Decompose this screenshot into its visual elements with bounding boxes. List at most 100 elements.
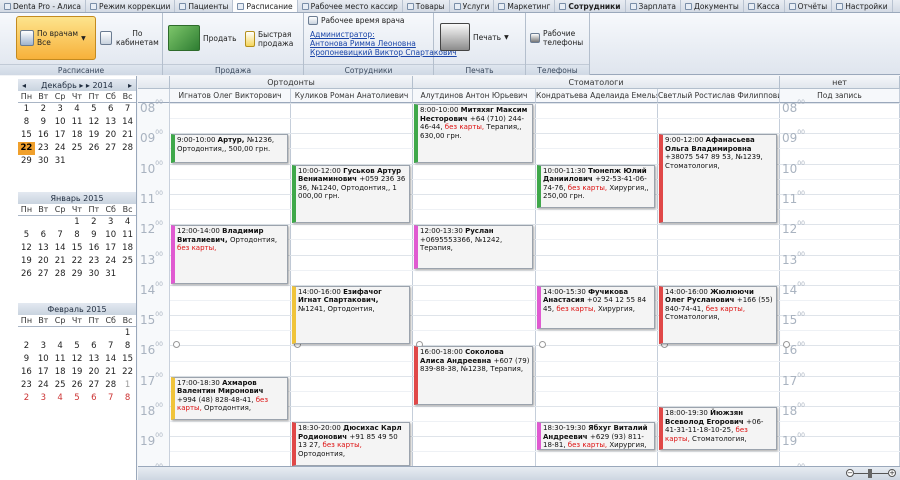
day-cell[interactable]: 18 [69, 129, 86, 142]
appointment-card[interactable]: 9:00-10:00 Артур, №1236, Ортодонтия,, 50… [171, 134, 288, 163]
tab-12[interactable]: Отчёты [785, 0, 833, 12]
appointment-card[interactable]: 14:00-16:00 Жюлюючи Олег Русланович +166… [659, 285, 777, 345]
tab-11[interactable]: Касса [744, 0, 785, 12]
day-cell[interactable]: 23 [35, 142, 52, 155]
day-cell[interactable]: 18 [52, 366, 69, 379]
day-cell[interactable]: 19 [69, 366, 86, 379]
day-cell[interactable]: 5 [69, 392, 86, 405]
day-cell[interactable]: 24 [35, 379, 52, 392]
day-cell[interactable]: 2 [85, 216, 102, 229]
day-cell[interactable]: 4 [69, 103, 86, 116]
day-cell[interactable]: 13 [85, 353, 102, 366]
appointment-card[interactable]: 17:00-18:30 Ахмаров Валентин Миронович +… [171, 376, 288, 421]
day-cell[interactable]: 16 [18, 366, 35, 379]
day-cell[interactable]: 13 [35, 242, 52, 255]
day-cell[interactable]: 5 [69, 340, 86, 353]
day-cell[interactable]: 27 [102, 142, 119, 155]
appointment-card[interactable]: 9:00-12:00 Афанасьева Ольга Владимировна… [659, 134, 777, 224]
day-cell[interactable]: 10 [102, 229, 119, 242]
day-cell[interactable]: 30 [85, 268, 102, 281]
day-cell[interactable]: 25 [52, 379, 69, 392]
day-cell[interactable]: 22 [18, 142, 35, 155]
day-cell[interactable]: 2 [18, 392, 35, 405]
day-cell[interactable]: 17 [102, 242, 119, 255]
day-cell[interactable]: 19 [85, 129, 102, 142]
zoom-out-icon[interactable]: − [846, 469, 854, 477]
day-cell[interactable]: 16 [35, 129, 52, 142]
day-cell[interactable]: 15 [69, 242, 86, 255]
zoom-slider[interactable]: − + [846, 469, 896, 478]
appointment-card[interactable]: 12:00-13:30 Руслан +0695553366, №1242, Т… [414, 225, 533, 269]
day-cell[interactable]: 26 [69, 379, 86, 392]
day-cell[interactable]: 9 [35, 116, 52, 129]
day-cell[interactable]: 8 [18, 116, 35, 129]
day-cell[interactable]: 22 [69, 255, 86, 268]
day-cell[interactable]: 31 [102, 268, 119, 281]
day-cell[interactable]: 5 [85, 103, 102, 116]
day-cell[interactable]: 12 [85, 116, 102, 129]
zoom-in-icon[interactable]: + [888, 469, 896, 477]
prev-month-icon[interactable]: ◂ [21, 81, 27, 90]
day-cell[interactable]: 22 [119, 366, 136, 379]
day-cell[interactable]: 18 [119, 242, 136, 255]
day-cell[interactable]: 4 [119, 216, 136, 229]
appointment-card[interactable]: 18:30-20:00 Дюсихас Карл Родионович +91 … [292, 422, 410, 466]
by-rooms-button[interactable]: По кабинетам [100, 27, 160, 49]
day-cell[interactable]: 8 [119, 392, 136, 405]
day-cell[interactable]: 3 [102, 216, 119, 229]
appointment-card[interactable]: 14:00-16:00 Езифачог Игнат Спартакович, … [292, 285, 410, 345]
day-cell[interactable]: 5 [18, 229, 35, 242]
day-cell[interactable]: 21 [102, 366, 119, 379]
day-cell[interactable]: 11 [119, 229, 136, 242]
day-cell[interactable]: 6 [85, 340, 102, 353]
day-cell[interactable]: 25 [119, 255, 136, 268]
day-cell[interactable]: 11 [52, 353, 69, 366]
day-cell[interactable]: 1 [18, 103, 35, 116]
sell-button[interactable]: Продать [168, 23, 237, 53]
day-cell[interactable]: 29 [18, 155, 35, 168]
work-phones-button[interactable]: Рабочие телефоны [530, 29, 583, 47]
day-cell[interactable]: 4 [52, 340, 69, 353]
day-cell[interactable]: 19 [18, 255, 35, 268]
day-cell[interactable]: 29 [69, 268, 86, 281]
day-cell[interactable]: 14 [102, 353, 119, 366]
day-cell[interactable]: 20 [35, 255, 52, 268]
day-cell[interactable]: 23 [18, 379, 35, 392]
tab-0[interactable]: Denta Pro - Алиса [0, 0, 86, 12]
day-cell[interactable]: 28 [102, 379, 119, 392]
day-cell[interactable]: 26 [18, 268, 35, 281]
day-cell[interactable]: 13 [102, 116, 119, 129]
day-cell[interactable]: 7 [102, 392, 119, 405]
day-cell[interactable]: 1 [69, 216, 86, 229]
day-cell[interactable]: 17 [35, 366, 52, 379]
day-cell[interactable]: 26 [85, 142, 102, 155]
day-cell[interactable]: 24 [52, 142, 69, 155]
day-cell[interactable]: 14 [52, 242, 69, 255]
day-cell[interactable]: 2 [35, 103, 52, 116]
tab-3[interactable]: Расписание [233, 0, 298, 12]
day-cell[interactable]: 30 [35, 155, 52, 168]
day-cell[interactable]: 17 [52, 129, 69, 142]
day-cell[interactable]: 7 [52, 229, 69, 242]
day-cell[interactable]: 20 [85, 366, 102, 379]
day-cell[interactable]: 10 [35, 353, 52, 366]
day-cell[interactable]: 12 [69, 353, 86, 366]
tab-9[interactable]: Зарплата [626, 0, 681, 12]
tab-8[interactable]: Сотрудники [555, 0, 626, 12]
day-cell[interactable]: 4 [52, 392, 69, 405]
day-cell[interactable]: 8 [119, 340, 136, 353]
doctor-header[interactable]: Светлый Ростислав Филиппович [658, 89, 780, 103]
day-cell[interactable]: 3 [35, 340, 52, 353]
appointment-card[interactable]: 16:00-18:00 Соколова Алиса Андреевна +60… [414, 346, 533, 405]
day-cell[interactable]: 27 [85, 379, 102, 392]
day-cell[interactable]: 24 [102, 255, 119, 268]
tab-5[interactable]: Товары [403, 0, 450, 12]
day-cell[interactable]: 7 [102, 340, 119, 353]
appointment-card[interactable]: 12:00-14:00 Владимир Виталиевич, Ортодон… [171, 225, 288, 284]
tab-13[interactable]: Настройки [832, 0, 893, 12]
day-cell[interactable]: 8 [69, 229, 86, 242]
day-cell[interactable]: 1 [119, 379, 136, 392]
appointment-card[interactable]: 14:00-15:30 Фучикова Анастасия +02 54 12… [537, 285, 655, 330]
day-cell[interactable]: 6 [35, 229, 52, 242]
by-doctors-button[interactable]: По врачам Все ▼ [16, 16, 96, 60]
